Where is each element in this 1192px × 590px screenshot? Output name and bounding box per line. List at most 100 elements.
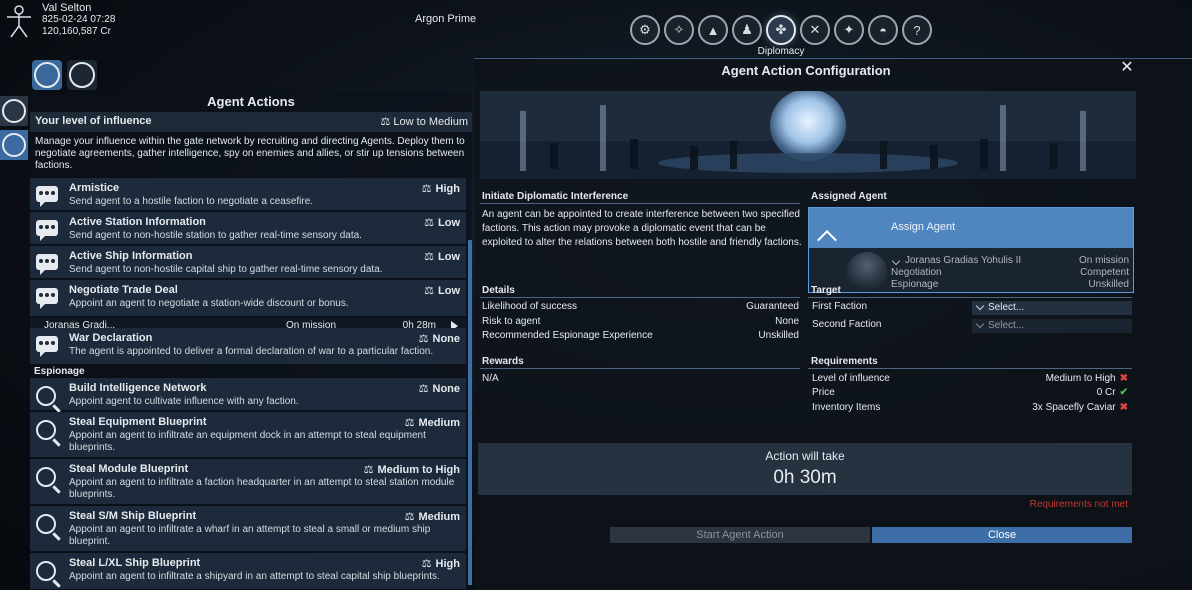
action-requirement: ⚖ High <box>422 557 460 570</box>
game-datetime: 825-02-24 07:28 <box>42 14 116 25</box>
action-requirement-text: Medium <box>418 511 460 523</box>
helmet-icon[interactable]: ◓ <box>868 15 898 45</box>
speech-bubble-icon <box>36 220 58 241</box>
action-description: Appoint an agent to negotiate a station-… <box>69 298 349 309</box>
agent-side-icon[interactable] <box>0 130 28 160</box>
map-icon[interactable]: ✦ <box>834 15 864 45</box>
sector-name: Argon Prime <box>415 13 477 25</box>
person-icon[interactable]: ♟ <box>732 15 762 45</box>
requirement-row: Level of influence Medium to High ✖ <box>812 373 1128 385</box>
start-agent-action-button[interactable]: Start Agent Action <box>610 527 870 543</box>
second-faction-label: Second Faction <box>812 319 962 331</box>
rewards-text: N/A <box>482 373 499 384</box>
espionage-header: Espionage <box>34 366 85 377</box>
action-requirement-text: Low <box>438 217 460 229</box>
action-requirement-text: High <box>435 183 460 195</box>
relations-tab-icon[interactable] <box>67 60 97 90</box>
vitruvian-man-icon <box>7 5 31 38</box>
assign-agent-dropdown[interactable]: Assign Agent Joranas Gradias Yohulis II … <box>808 207 1134 293</box>
action-item-build-intelligence-network[interactable]: Build Intelligence Network ⚖ None Appoint… <box>30 378 466 411</box>
action-item-negotiate-trade-deal[interactable]: Negotiate Trade Deal ⚖ Low Appoint an age… <box>30 280 466 317</box>
scale-icon: ⚖ <box>418 383 429 395</box>
scale-icon: ⚖ <box>424 251 434 263</box>
action-item-active-station-information[interactable]: Active Station Information ⚖ Low Send age… <box>30 212 466 245</box>
panel-title: Agent Action Configuration <box>721 63 891 78</box>
requirement-row: Price 0 Cr ✔ <box>812 387 1128 399</box>
skill-label: Espionage <box>891 279 939 290</box>
action-description: Send agent to a hostile faction to negot… <box>69 196 314 207</box>
first-faction-label: First Faction <box>812 301 962 313</box>
gear-icon[interactable]: ⚙ <box>630 15 660 45</box>
action-item-steal-sm-ship-blueprint[interactable]: Steal S/M Ship Blueprint ⚖ Medium Appoint… <box>30 506 466 552</box>
action-item-armistice[interactable]: Armistice ⚖ High Send agent to a hostile … <box>30 178 466 211</box>
influence-value-text: Low to Medium <box>393 116 468 128</box>
divider <box>480 297 800 298</box>
influence-description: Manage your influence within the gate ne… <box>35 136 465 171</box>
scale-icon: ⚖ <box>404 511 415 523</box>
select-text: Select... <box>988 302 1025 313</box>
select-text: Select... <box>988 320 1025 331</box>
action-item-steal-module-blueprint[interactable]: Steal Module Blueprint ⚖ Medium to High A… <box>30 459 466 505</box>
requirement-value: Medium to High ✖ <box>1046 373 1128 384</box>
divider <box>808 297 1132 298</box>
agent-option[interactable]: Joranas Gradias Yohulis II On mission Ne… <box>809 250 1133 292</box>
action-title: Steal Module Blueprint <box>69 463 189 475</box>
detail-value: Unskilled <box>758 330 799 341</box>
agents-tab-icon[interactable] <box>32 60 62 90</box>
question-icon[interactable]: ? <box>902 15 932 45</box>
action-requirement: ⚖ Low <box>424 250 460 263</box>
action-requirement-text: Medium <box>418 417 460 429</box>
handshake-icon[interactable]: ✤ <box>766 15 796 45</box>
action-title: Active Ship Information <box>69 250 193 262</box>
second-faction-select[interactable]: Select... <box>972 319 1132 333</box>
requirement-value: 0 Cr ✔ <box>1097 387 1128 398</box>
magnifier-icon <box>36 514 56 534</box>
target-label: Second Faction <box>812 319 882 330</box>
action-title: Initiate Diplomatic Interference <box>482 191 629 202</box>
action-requirement-text: High <box>435 558 460 570</box>
ship-icon[interactable]: ▲ <box>698 15 728 45</box>
action-item-steal-lxl-ship-blueprint[interactable]: Steal L/XL Ship Blueprint ⚖ High Appoint … <box>30 553 466 590</box>
crossed-swords-icon[interactable]: ✕ <box>800 15 830 45</box>
action-requirement: ⚖ Medium to High <box>364 463 460 476</box>
faction-side-icon[interactable] <box>0 96 28 126</box>
scale-icon: ⚖ <box>424 285 434 297</box>
assigned-agent-header: Assigned Agent <box>811 191 887 202</box>
agent-name: Joranas Gradias Yohulis II <box>905 255 1022 266</box>
scale-icon: ⚖ <box>418 333 429 345</box>
action-description: Appoint agent to cultivate influence wit… <box>69 396 299 407</box>
assign-agent-label: Assign Agent <box>891 221 956 233</box>
close-button[interactable]: Close <box>872 527 1132 543</box>
action-title: Steal Equipment Blueprint <box>69 416 207 428</box>
player-name: Val Selton <box>42 2 92 14</box>
action-item-active-ship-information[interactable]: Active Ship Information ⚖ Low Send agent … <box>30 246 466 279</box>
scrollbar[interactable] <box>468 240 472 585</box>
checkmark-icon: ✔ <box>1119 387 1128 398</box>
scale-icon: ⚖ <box>424 217 434 229</box>
first-faction-select[interactable]: Select... <box>972 301 1132 315</box>
action-requirement: ⚖ Low <box>424 216 460 229</box>
action-requirement-text: Low <box>438 285 460 297</box>
action-description: Appoint an agent to infiltrate a faction… <box>69 477 455 500</box>
cross-icon: ✖ <box>1119 402 1128 413</box>
assign-agent-button[interactable]: Assign Agent <box>809 208 1133 250</box>
influence-row: Your level of influence ⚖ Low to Medium <box>30 112 472 132</box>
requirements-header: Requirements <box>811 356 878 367</box>
action-title: Steal S/M Ship Blueprint <box>69 510 197 522</box>
close-icon[interactable]: ✕ <box>1118 59 1136 77</box>
compass-icon[interactable]: ✧ <box>664 15 694 45</box>
action-item-steal-equipment-blueprint[interactable]: Steal Equipment Blueprint ⚖ Medium Appoin… <box>30 412 466 458</box>
detail-row: Recommended Espionage Experience Unskill… <box>482 330 799 342</box>
detail-value: None <box>775 316 799 327</box>
player-credits: 120,160,587 Cr <box>42 26 111 37</box>
agent-portrait <box>847 252 887 290</box>
details-header: Details <box>482 285 515 296</box>
diplomacy-banner-image <box>480 91 1136 179</box>
agent-status: On mission <box>1078 255 1129 266</box>
requirement-row: Inventory Items 3x Spacefly Caviar ✖ <box>812 402 1128 414</box>
detail-value: Guaranteed <box>746 301 799 312</box>
action-item-war-declaration[interactable]: War Declaration ⚖ None The agent is appoi… <box>30 328 466 365</box>
scale-icon: ⚖ <box>421 183 432 195</box>
skill-value: Unskilled <box>1088 279 1129 290</box>
requirement-value-text: 3x Spacefly Caviar <box>1032 402 1116 413</box>
